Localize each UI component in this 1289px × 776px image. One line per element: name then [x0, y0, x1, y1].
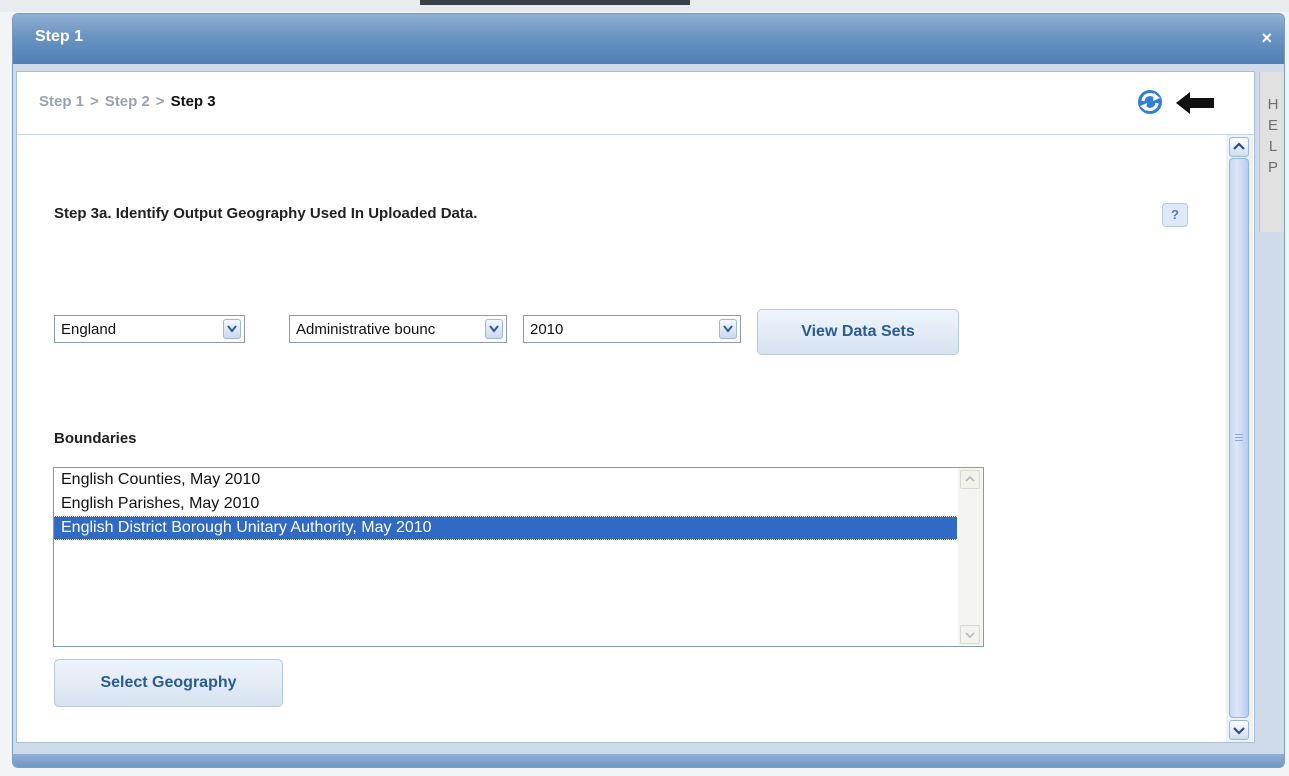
scroll-up-icon[interactable] [1229, 137, 1249, 157]
scroll-thumb[interactable] [1229, 158, 1249, 718]
scroll-down-icon[interactable] [960, 625, 980, 644]
boundaries-listbox[interactable]: English Counties, May 2010 English Paris… [53, 467, 984, 647]
title-bar[interactable]: Step 1 × [13, 14, 1284, 64]
breadcrumb-separator: > [155, 93, 165, 110]
chevron-down-icon[interactable] [719, 319, 737, 339]
chevron-down-icon[interactable] [223, 319, 241, 339]
boundary-type-select-value: Administrative bounc [296, 321, 436, 338]
country-select[interactable]: England [54, 315, 245, 343]
help-tab-letter: P [1267, 159, 1278, 176]
boundary-type-select[interactable]: Administrative bounc [289, 315, 507, 343]
country-select-value: England [61, 321, 117, 338]
window-title: Step 1 [35, 28, 84, 45]
help-tab[interactable]: H E L P [1259, 72, 1284, 232]
view-data-sets-button[interactable]: View Data Sets [757, 309, 959, 355]
breadcrumb-step-3: Step 3 [170, 93, 216, 110]
help-tab-letter: E [1267, 117, 1278, 134]
help-tab-spacer [1260, 72, 1284, 94]
background-bar [420, 0, 690, 5]
chevron-down-icon[interactable] [485, 319, 503, 339]
scroll-up-icon[interactable] [960, 470, 980, 489]
scroll-down-icon[interactable] [1229, 720, 1249, 740]
list-item[interactable]: English Counties, May 2010 [54, 468, 983, 492]
scroll-grip [1235, 437, 1243, 438]
help-tab-letter: H [1267, 96, 1279, 113]
panel-body: Step 3a. Identify Output Geography Used … [17, 135, 1225, 742]
breadcrumb: Step 1 > Step 2 > Step 3 [39, 93, 216, 110]
list-item[interactable]: English Parishes, May 2010 [54, 492, 983, 516]
breadcrumb-separator: > [90, 93, 99, 110]
breadcrumb-step-2[interactable]: Step 2 [105, 93, 150, 110]
help-tab-letter: L [1268, 138, 1278, 155]
select-geography-button[interactable]: Select Geography [54, 659, 283, 707]
help-question-icon[interactable]: ? [1162, 203, 1188, 227]
year-select-value: 2010 [530, 321, 564, 338]
dialog-window: Step 1 × Step 1 > Step 2 > Step 3 Step 3a. I… [12, 13, 1285, 768]
bottom-bar [13, 754, 1284, 767]
scroll-grip [1235, 440, 1243, 441]
scroll-grip [1235, 434, 1243, 435]
year-select[interactable]: 2010 [523, 315, 741, 343]
back-arrow-icon[interactable] [1174, 90, 1218, 116]
panel-header: Step 1 > Step 2 > Step 3 [17, 72, 1254, 135]
section-title: Step 3a. Identify Output Geography Used … [54, 205, 478, 222]
content-panel: Step 1 > Step 2 > Step 3 Step 3a. Identify O… [16, 71, 1255, 743]
breadcrumb-step-1[interactable]: Step 1 [39, 93, 84, 110]
refresh-icon[interactable] [1135, 87, 1165, 117]
panel-scrollbar[interactable] [1226, 135, 1253, 742]
listbox-scrollbar[interactable] [958, 468, 983, 646]
close-icon[interactable]: × [1261, 28, 1272, 49]
boundaries-label: Boundaries [54, 430, 137, 447]
list-item-selected[interactable]: English District Borough Unitary Authori… [54, 516, 957, 540]
